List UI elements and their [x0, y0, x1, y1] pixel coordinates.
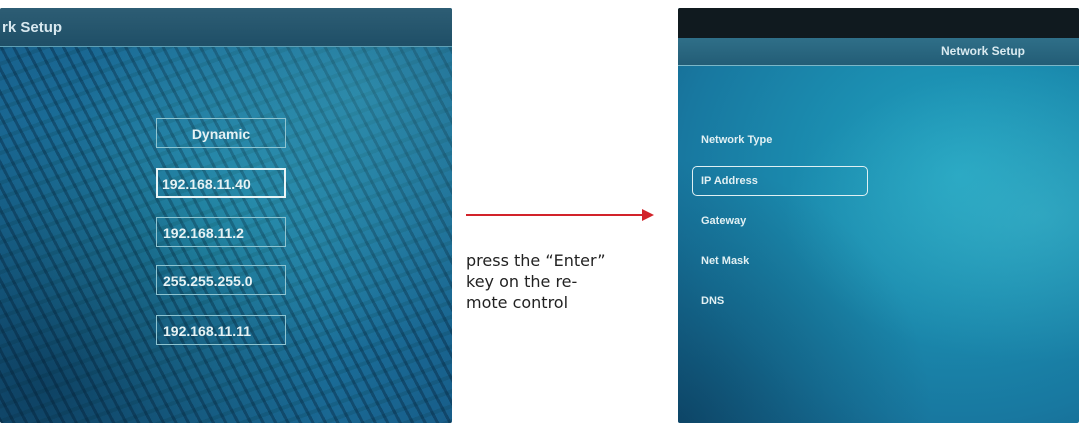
menu-item-network-type[interactable]: Network Type: [701, 134, 772, 146]
net-mask-field[interactable]: 255.255.255.0: [156, 265, 286, 295]
instruction-caption: press the “Enter” key on the re- mote co…: [466, 250, 666, 313]
ip-address-field[interactable]: 192.168.11.40: [156, 168, 286, 198]
arrow-right-icon: [642, 209, 654, 221]
arrow-line: [466, 214, 644, 216]
menu-item-dns[interactable]: DNS: [701, 295, 724, 307]
left-screen-title: rk Setup: [2, 19, 63, 36]
caption-line-3: mote control: [466, 293, 569, 312]
left-title-bar: rk Setup: [0, 8, 452, 47]
dns-field[interactable]: 192.168.11.11: [156, 315, 286, 345]
gateway-field[interactable]: 192.168.11.2: [156, 217, 286, 247]
right-title-bar: Network Setup: [678, 38, 1079, 66]
right-screen-photo: Network Setup Network Type IP Address Ga…: [678, 8, 1079, 423]
menu-item-ip-address[interactable]: IP Address: [701, 175, 758, 187]
caption-line-2: key on the re-: [466, 272, 578, 291]
menu-item-net-mask[interactable]: Net Mask: [701, 255, 749, 267]
left-screen-photo: rk Setup Dynamic 192.168.11.40 192.168.1…: [0, 8, 452, 423]
network-type-value[interactable]: Dynamic: [156, 118, 286, 148]
network-setup-title: Network Setup: [941, 44, 1026, 58]
caption-line-1: press the “Enter”: [466, 251, 606, 270]
screen-glare: [0, 8, 452, 423]
menu-item-gateway[interactable]: Gateway: [701, 215, 746, 227]
screen-bezel: [678, 8, 1079, 38]
